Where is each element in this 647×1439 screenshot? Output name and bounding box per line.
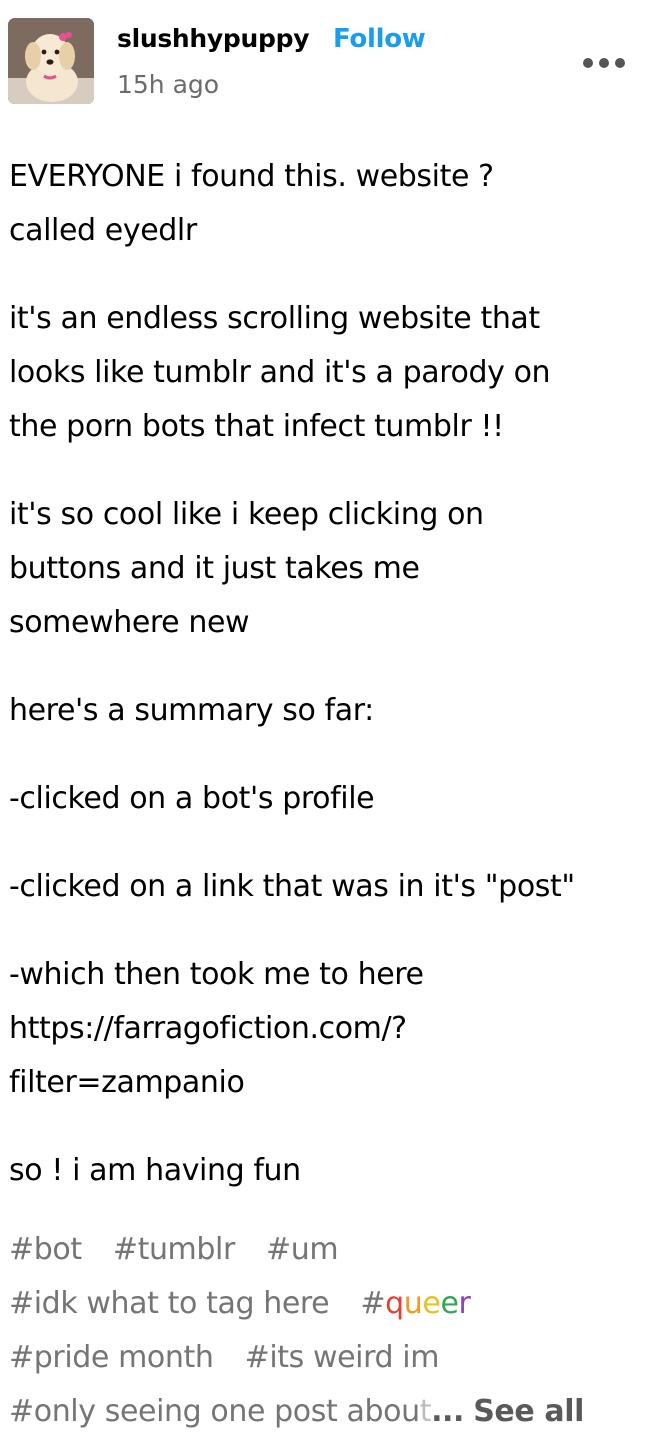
see-all-tags-button[interactable]: See all — [473, 1394, 584, 1429]
tag-queer[interactable]: #queer — [360, 1286, 470, 1321]
tags-row: #idk what to tag here #queer — [9, 1277, 639, 1331]
post-paragraph: -clicked on a link that was in it's "pos… — [9, 860, 639, 914]
text-line: it's an endless scrolling website that — [9, 301, 540, 336]
post-paragraph: -clicked on a bot's profile — [9, 772, 639, 826]
tag-only-seeing-one-post[interactable]: #only seeing one post about — [9, 1394, 431, 1429]
author-username[interactable]: slushhypuppy — [117, 24, 310, 53]
post-timestamp[interactable]: 15h ago — [117, 70, 219, 99]
post-paragraph: it's so cool like i keep clicking on but… — [9, 488, 639, 650]
more-options-button[interactable] — [580, 53, 628, 73]
tags-ellipsis: ... — [431, 1394, 465, 1429]
tags-row: #only seeing one post about... See all — [9, 1385, 639, 1439]
text-line: -clicked on a link that was in it's "pos… — [9, 869, 575, 904]
text-line: EVERYONE i found this. website ? — [9, 159, 494, 194]
tags-row: #bot #tumblr #um — [9, 1223, 639, 1277]
text-line: -which then took me to here — [9, 957, 424, 992]
post-paragraph: here's a summary so far: — [9, 684, 639, 738]
tag-bot[interactable]: #bot — [9, 1232, 82, 1267]
tag-queer-hash: # — [360, 1286, 386, 1321]
post-paragraph: EVERYONE i found this. website ? called … — [9, 150, 639, 258]
post-paragraph: it's an endless scrolling website that l… — [9, 292, 639, 454]
tag-text-faded: t — [419, 1394, 432, 1429]
text-line: looks like tumblr and it's a parody on — [9, 355, 551, 390]
tag-its-weird-im[interactable]: #its weird im — [245, 1340, 440, 1375]
post-body: EVERYONE i found this. website ? called … — [9, 150, 639, 1232]
puppy-avatar-icon — [8, 18, 94, 104]
tag-queer-letter: r — [458, 1286, 471, 1321]
tag-queer-letter: q — [385, 1286, 404, 1321]
tag-pride-month[interactable]: #pride month — [9, 1340, 214, 1375]
text-line: called eyedlr — [9, 213, 197, 248]
tag-text-visible: #only seeing one post abou — [9, 1394, 420, 1429]
text-line: the porn bots that infect tumblr !! — [9, 409, 504, 444]
tag-queer-letter: e — [440, 1286, 459, 1321]
follow-button[interactable]: Follow — [333, 24, 426, 54]
text-line: somewhere new — [9, 605, 250, 640]
post-header: slushhypuppy Follow 15h ago — [8, 18, 639, 106]
text-line: so ! i am having fun — [9, 1153, 301, 1188]
more-options-icon — [583, 58, 625, 68]
author-avatar[interactable] — [8, 18, 94, 104]
text-line: buttons and it just takes me — [9, 551, 420, 586]
post-tags: #bot #tumblr #um #idk what to tag here #… — [9, 1223, 639, 1439]
post-card: slushhypuppy Follow 15h ago EVERYONE i f… — [0, 0, 647, 1438]
post-paragraph: -which then took me to here https://farr… — [9, 948, 639, 1110]
tag-queer-letter: u — [403, 1286, 423, 1321]
tag-um[interactable]: #um — [266, 1232, 339, 1267]
url-text-line: https://farragofiction.com/? — [9, 1011, 407, 1046]
tag-queer-letter: e — [422, 1286, 441, 1321]
post-paragraph: so ! i am having fun — [9, 1144, 639, 1198]
text-line: here's a summary so far: — [9, 693, 374, 728]
tags-row: #pride month #its weird im — [9, 1331, 639, 1385]
text-line: -clicked on a bot's profile — [9, 781, 375, 816]
url-text-line: filter=zampanio — [9, 1065, 245, 1100]
tag-idk-what-to-tag-here[interactable]: #idk what to tag here — [9, 1286, 330, 1321]
tag-tumblr[interactable]: #tumblr — [113, 1232, 235, 1267]
text-line: it's so cool like i keep clicking on — [9, 497, 484, 532]
